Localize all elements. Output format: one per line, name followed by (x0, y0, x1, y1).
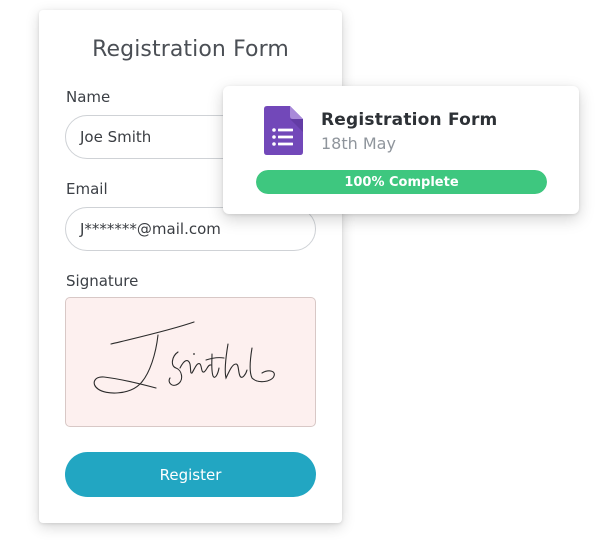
handwritten-signature (93, 321, 275, 394)
email-label: Email (66, 180, 108, 198)
name-field-value: Joe Smith (80, 128, 152, 146)
card-date: 18th May (321, 134, 396, 153)
email-field-value: J*******@mail.com (80, 220, 221, 238)
page: Registration Form Name Joe Smith Email J… (0, 0, 597, 543)
form-document-icon (264, 106, 303, 155)
name-label: Name (66, 88, 111, 106)
register-button[interactable]: Register (65, 452, 316, 497)
form-title: Registration Form (92, 37, 289, 62)
progress-label: 100% Complete (344, 174, 459, 190)
form-status-card: Registration Form 18th May 100% Complete (223, 86, 579, 214)
progress-bar: 100% Complete (256, 170, 547, 194)
signature-pad[interactable] (65, 297, 316, 427)
card-title: Registration Form (321, 110, 498, 130)
signature-label: Signature (66, 272, 139, 290)
